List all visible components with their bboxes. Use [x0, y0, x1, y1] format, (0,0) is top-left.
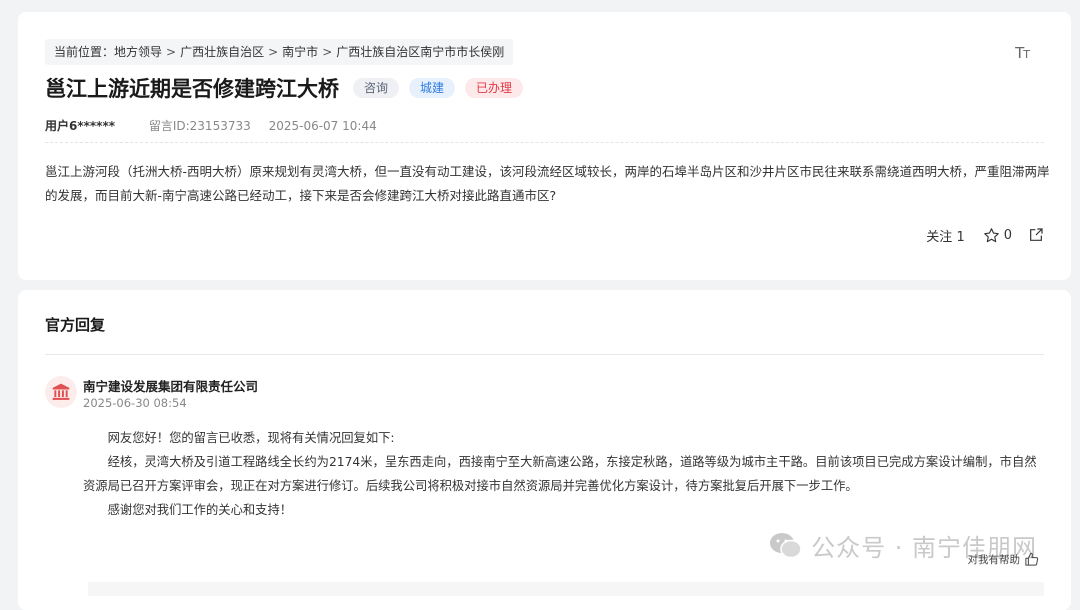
page-title: 邕江上游近期是否修建跨江大桥: [45, 77, 339, 101]
wechat-icon: [770, 532, 802, 558]
share-icon: [1030, 228, 1043, 241]
follow-label: 关注: [926, 229, 953, 245]
reply-paragraph: 网友您好！您的留言已收悉，现将有关情况回复如下:: [107, 431, 395, 445]
reply-body: 网友您好！您的留言已收悉，现将有关情况回复如下: 经核，灵湾大桥及引道工程路线全…: [83, 426, 1048, 522]
question-meta: 用户6****** 留言ID:23153733 2025-06-07 10:44: [45, 117, 377, 134]
official-reply-card: 官方回复 南宁建设发展集团有限责任公司 2025-06-30 08:54 网友您…: [18, 290, 1071, 610]
helpful-label: 对我有帮助: [967, 554, 1021, 566]
user-name: 用户6******: [45, 119, 116, 133]
tag-consult: 咨询: [353, 78, 400, 98]
follow-count: 1: [956, 229, 965, 245]
divider: [45, 354, 1044, 355]
font-size-toggle-icon[interactable]: TT: [1015, 44, 1030, 62]
breadcrumb-prefix: 当前位置：: [54, 45, 115, 59]
reply-datetime: 2025-06-30 08:54: [83, 396, 187, 410]
star-icon: [983, 227, 999, 242]
status-badge: 已办理: [465, 78, 524, 98]
reply-paragraph: 经核，灵湾大桥及引道工程路线全长约为2174米，呈东西走向，西接南宁至大新高速公…: [83, 455, 1037, 493]
question-body: 邕江上游河段（托洲大桥-西明大桥）原来规划有灵湾大桥，但一直没有动工建设，该河段…: [45, 164, 1050, 203]
message-id: 留言ID:23153733: [148, 119, 251, 133]
share-button[interactable]: [1028, 227, 1044, 243]
government-building-icon: [52, 383, 70, 400]
thumbs-up-icon: [1025, 552, 1039, 566]
question-card: 当前位置：地方领导 > 广西壮族自治区 > 南宁市 > 广西壮族自治区南宁市市长侯刚 TT …: [18, 12, 1071, 280]
favorite-button[interactable]: 0: [983, 227, 1012, 244]
helpful-button[interactable]: 对我有帮助: [968, 552, 1040, 567]
tag-urban-construction: 城建: [409, 78, 456, 98]
section-title: 官方回复: [45, 316, 106, 334]
comment-area: [88, 582, 1044, 596]
org-name: 南宁建设发展集团有限责任公司: [83, 379, 259, 394]
reply-paragraph: 感谢您对我们工作的关心和支持！: [107, 503, 293, 517]
question-datetime: 2025-06-07 10:44: [268, 119, 377, 133]
breadcrumb-item-guangxi[interactable]: 广西壮族自治区: [180, 45, 264, 59]
breadcrumb-separator: >: [322, 45, 333, 59]
title-row: 邕江上游近期是否修建跨江大桥 咨询 城建 已办理: [45, 74, 533, 102]
breadcrumb-item-mayor[interactable]: 广西壮族自治区南宁市市长侯刚: [336, 45, 504, 59]
breadcrumb-separator: >: [166, 45, 177, 59]
breadcrumb-item-nanning[interactable]: 南宁市: [282, 45, 318, 59]
breadcrumb: 当前位置：地方领导 > 广西壮族自治区 > 南宁市 > 广西壮族自治区南宁市市长侯刚: [45, 39, 514, 65]
breadcrumb-separator: >: [268, 45, 279, 59]
avatar: [45, 376, 77, 408]
divider: [45, 142, 1044, 143]
favorite-count: 0: [1003, 227, 1012, 243]
breadcrumb-item-local-leaders[interactable]: 地方领导: [114, 45, 162, 59]
question-actions: 关注 1 0: [926, 224, 1044, 246]
follow-button[interactable]: 关注 1: [926, 226, 964, 245]
